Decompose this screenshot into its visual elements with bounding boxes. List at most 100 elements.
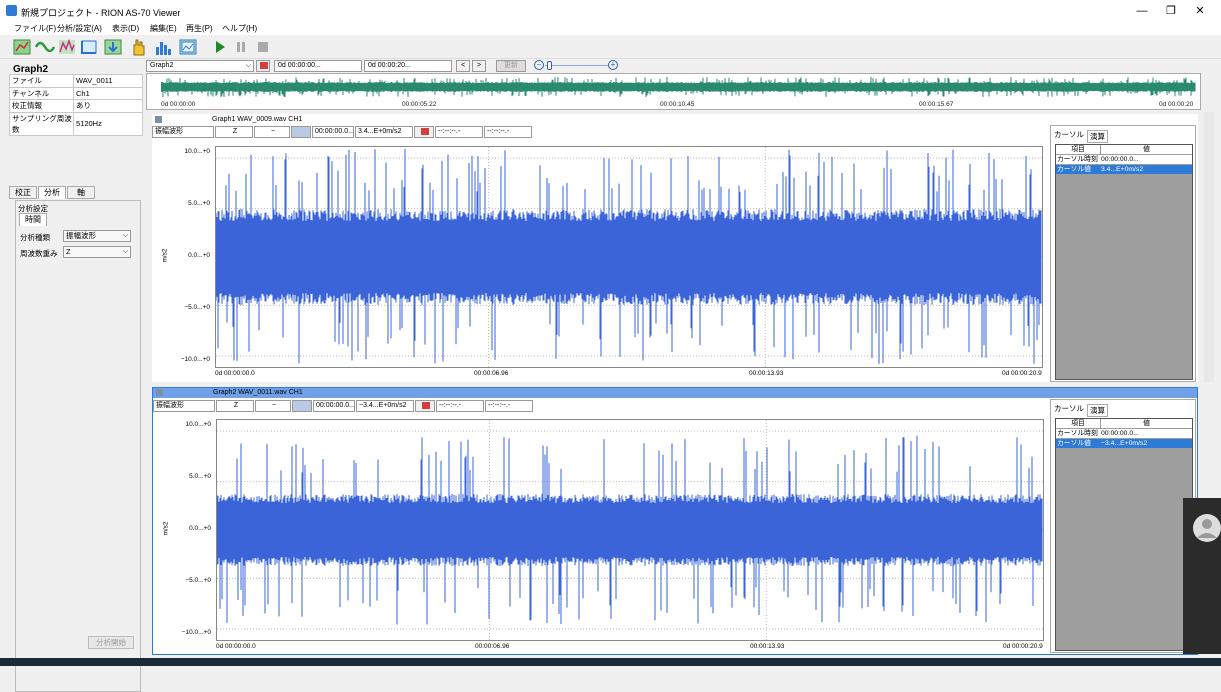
property-key: チャンネル xyxy=(9,86,74,100)
menu-analysis[interactable]: 分析/設定(A) xyxy=(57,23,102,34)
wave-icon[interactable] xyxy=(35,37,55,57)
zoom-out-button[interactable]: − xyxy=(534,60,544,70)
end-time-field[interactable]: 0d 00:00:20... xyxy=(364,60,452,72)
title-bar: 新規プロジェクト - RION AS-70 Viewer — ❐ ✕ xyxy=(0,0,1221,22)
graph-header: Graph2 WAV_0011.wav CH1 xyxy=(153,388,1197,398)
cursor-hand-icon[interactable] xyxy=(128,37,148,57)
analysis-type-select[interactable]: 振幅波形 ⌵ xyxy=(63,230,131,242)
cursor-row-selected[interactable]: カーソル値 3.4...E+0m/s2 xyxy=(1056,165,1192,174)
frequency-weight-select[interactable]: Z ⌵ xyxy=(63,246,131,258)
property-value: Ch1 xyxy=(73,86,143,100)
property-panel: Graph2 ファイル WAV_0011 チャンネル Ch1 校正情報 あり サンプリ… xyxy=(7,60,143,692)
waveform-trace xyxy=(215,149,1042,364)
cursor-value-box: 3.4...E+0m/s2 xyxy=(355,126,413,138)
save-icon[interactable] xyxy=(414,126,434,138)
cursor-value: −3.4...E+0m/s2 xyxy=(1101,440,1148,447)
analyze-button[interactable]: 分析開始 xyxy=(88,636,134,649)
graph-controls: 振幅波形 Z − 00:00:00.0... 3.4...E+0m/s2 --:… xyxy=(152,126,1192,138)
overview-tick: 0d 00:00:00 xyxy=(161,101,196,108)
menu-play[interactable]: 再生(P) xyxy=(186,23,213,34)
close-button[interactable]: ✕ xyxy=(1188,4,1212,18)
y-tick: 5.0...+0 xyxy=(189,473,211,480)
property-row: サンプリング周波数 5120Hz xyxy=(9,111,143,136)
user-avatar-icon[interactable] xyxy=(1183,510,1221,550)
maximize-button[interactable]: ❐ xyxy=(1159,4,1183,18)
new-graph-icon[interactable] xyxy=(12,37,32,57)
save-range-icon[interactable] xyxy=(256,60,270,72)
y-unit: m/s2 xyxy=(162,521,170,536)
tab-analysis[interactable]: 分析 xyxy=(38,186,66,199)
waveform-trace xyxy=(216,435,1043,625)
x-tick: 0d 00:00:20.9 xyxy=(1002,370,1042,377)
tab-calibration[interactable]: 校正 xyxy=(9,186,37,199)
cursor-toggle[interactable] xyxy=(291,126,311,138)
tab-calc[interactable]: 演算 xyxy=(1087,130,1108,143)
frequency-weight-value: Z xyxy=(66,247,71,256)
update-button[interactable]: 更新 xyxy=(496,60,526,72)
x-tick: 0d 00:00:00.0 xyxy=(216,643,256,650)
vertical-scrollbar[interactable] xyxy=(1204,112,1214,382)
graph-title: Graph1 WAV_0009.wav CH1 xyxy=(212,116,303,123)
cursor-row[interactable]: カーソル時刻 00:00:00.0... xyxy=(1056,429,1192,438)
menu-view[interactable]: 表示(D) xyxy=(112,23,139,34)
pause-icon[interactable] xyxy=(231,37,251,57)
waveform-trace xyxy=(161,77,1196,97)
delta-value-box: --:--:--.- xyxy=(485,400,533,412)
histogram-icon[interactable] xyxy=(154,37,174,57)
play-icon[interactable] xyxy=(210,37,230,57)
zoom-slider[interactable] xyxy=(545,65,609,66)
weight-box[interactable]: Z xyxy=(215,126,253,138)
cursor-time-box: 00:00:00.0... xyxy=(313,400,355,412)
weight-box[interactable]: Z xyxy=(216,400,254,412)
save-icon[interactable] xyxy=(415,400,435,412)
property-row: ファイル WAV_0011 xyxy=(9,74,143,88)
tab-time[interactable]: 時間 xyxy=(19,213,47,226)
minimize-button[interactable]: — xyxy=(1130,4,1154,18)
menu-help[interactable]: ヘルプ(H) xyxy=(222,23,257,34)
overview-tick: 00:00:15.67 xyxy=(919,101,954,108)
dash-box[interactable]: − xyxy=(254,126,290,138)
frequency-weight-label: 周波数重み xyxy=(20,249,58,258)
plot-area[interactable] xyxy=(216,419,1044,641)
image-icon[interactable] xyxy=(178,37,198,57)
tab-cursor[interactable]: カーソル xyxy=(1054,129,1084,140)
zoom-slider-thumb[interactable] xyxy=(547,61,552,70)
graph-select[interactable]: Graph2 ⌵ xyxy=(146,60,254,72)
zoom-in-button[interactable]: + xyxy=(608,60,618,70)
graph-title: Graph2 WAV_0011.wav CH1 xyxy=(213,389,303,396)
axis-icon[interactable] xyxy=(79,37,99,57)
x-tick: 00:00:06.96 xyxy=(474,370,509,377)
tab-axis[interactable]: 軸 xyxy=(67,186,95,199)
menu-file[interactable]: ファイル(F) xyxy=(14,23,56,34)
cursor-panel: カーソル 演算 項目 値 カーソル時刻 00:00:00.0... カーソル値 … xyxy=(1050,125,1196,382)
cursor-table-header: 項目 値 xyxy=(1056,145,1192,154)
side-overlay[interactable] xyxy=(1183,498,1221,654)
next-button[interactable]: > xyxy=(472,60,486,72)
prev-button[interactable]: < xyxy=(456,60,470,72)
property-table: ファイル WAV_0011 チャンネル Ch1 校正情報 あり サンプリング周波数 51… xyxy=(9,74,143,136)
cursor-row-selected[interactable]: カーソル値 −3.4...E+0m/s2 xyxy=(1056,439,1192,448)
menu-bar: ファイル(F) 分析/設定(A) 表示(D) 編集(E) 再生(P) ヘルプ(H… xyxy=(0,22,1221,35)
overview-waveform[interactable]: 0d 00:00:00 00:00:05.22 00:00:10.45 00:0… xyxy=(146,73,1201,110)
tab-cursor[interactable]: カーソル xyxy=(1054,403,1084,414)
analysis-settings: 分析設定 時間 分析種類 振幅波形 ⌵ 周波数重み Z ⌵ xyxy=(15,200,141,692)
plot-area[interactable] xyxy=(215,146,1043,368)
cursor-row[interactable]: カーソル時刻 00:00:00.0... xyxy=(1056,155,1192,164)
stop-icon[interactable] xyxy=(253,37,273,57)
cursor-toggle[interactable] xyxy=(292,400,312,412)
export-icon[interactable] xyxy=(103,37,123,57)
menu-edit[interactable]: 編集(E) xyxy=(150,23,177,34)
tab-calc[interactable]: 演算 xyxy=(1087,404,1108,417)
analysis-type-box[interactable]: 振幅波形 xyxy=(152,126,214,138)
analysis-type-box[interactable]: 振幅波形 xyxy=(153,400,215,412)
y-tick: 0.0...+0 xyxy=(188,252,210,259)
dash-box[interactable]: − xyxy=(255,400,291,412)
property-value: あり xyxy=(73,99,143,113)
start-time-field[interactable]: 0d 00:00:00... xyxy=(274,60,362,72)
spectrum-icon[interactable] xyxy=(57,37,77,57)
graph-panel-2[interactable]: Graph2 WAV_0011.wav CH1 振幅波形 Z − 00:00:0… xyxy=(152,387,1198,655)
graph-panel-1[interactable]: Graph1 WAV_0009.wav CH1 振幅波形 Z − 00:00:0… xyxy=(152,114,1198,382)
property-row: チャンネル Ch1 xyxy=(9,86,143,100)
analysis-type-label: 分析種類 xyxy=(20,233,50,242)
property-value: WAV_0011 xyxy=(73,74,143,88)
